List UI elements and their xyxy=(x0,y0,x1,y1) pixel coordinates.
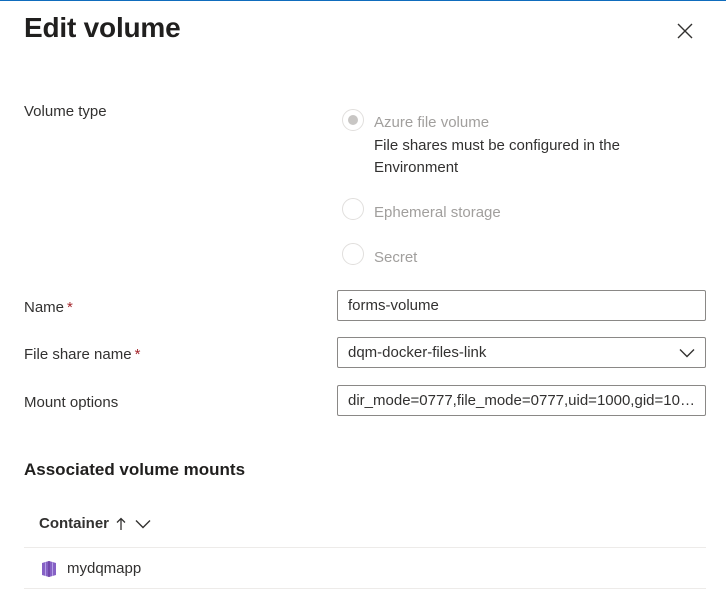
required-marker: * xyxy=(134,346,141,363)
top-accent-line xyxy=(0,0,726,1)
mount-options-input[interactable]: dir_mode=0777,file_mode=0777,uid=1000,gi… xyxy=(337,385,706,416)
chevron-down-icon xyxy=(679,348,695,357)
radio-label: Ephemeral storage xyxy=(374,204,501,221)
name-label-text: Name xyxy=(24,299,65,316)
mount-options-label: Mount options xyxy=(24,394,119,411)
file-share-value: dqm-docker-files-link xyxy=(348,344,487,361)
radio-circle xyxy=(342,109,364,131)
file-share-label: File share name * xyxy=(24,346,140,363)
radio-ephemeral-storage[interactable]: Ephemeral storage xyxy=(342,198,501,224)
radio-circle xyxy=(342,243,364,265)
container-app-icon xyxy=(42,560,56,577)
radio-label: Azure file volume xyxy=(374,114,490,131)
volume-type-label: Volume type xyxy=(24,103,107,120)
mounts-table-header: Container xyxy=(24,500,706,548)
arrow-up-icon xyxy=(116,517,126,530)
radio-circle xyxy=(342,198,364,220)
close-button[interactable] xyxy=(670,16,700,46)
azure-file-volume-description: File shares must be configured in the En… xyxy=(374,137,620,176)
associated-mounts-title: Associated volume mounts xyxy=(24,460,246,479)
column-header-container[interactable]: Container xyxy=(39,515,109,532)
name-label: Name * xyxy=(24,299,73,316)
sort-controls[interactable] xyxy=(116,517,151,531)
name-input[interactable]: forms-volume xyxy=(337,290,706,321)
radio-label: Secret xyxy=(374,249,418,266)
file-share-label-text: File share name xyxy=(24,346,132,363)
radio-azure-file-volume[interactable]: Azure file volume xyxy=(342,109,489,134)
table-row: mydqmapp xyxy=(24,549,706,589)
close-icon xyxy=(677,23,693,39)
container-name: mydqmapp xyxy=(67,560,142,577)
chevron-down-icon xyxy=(135,519,151,528)
panel-title: Edit volume xyxy=(24,12,181,43)
file-share-dropdown[interactable]: dqm-docker-files-link xyxy=(337,337,706,368)
required-marker: * xyxy=(67,299,73,316)
radio-secret[interactable]: Secret xyxy=(342,243,417,269)
